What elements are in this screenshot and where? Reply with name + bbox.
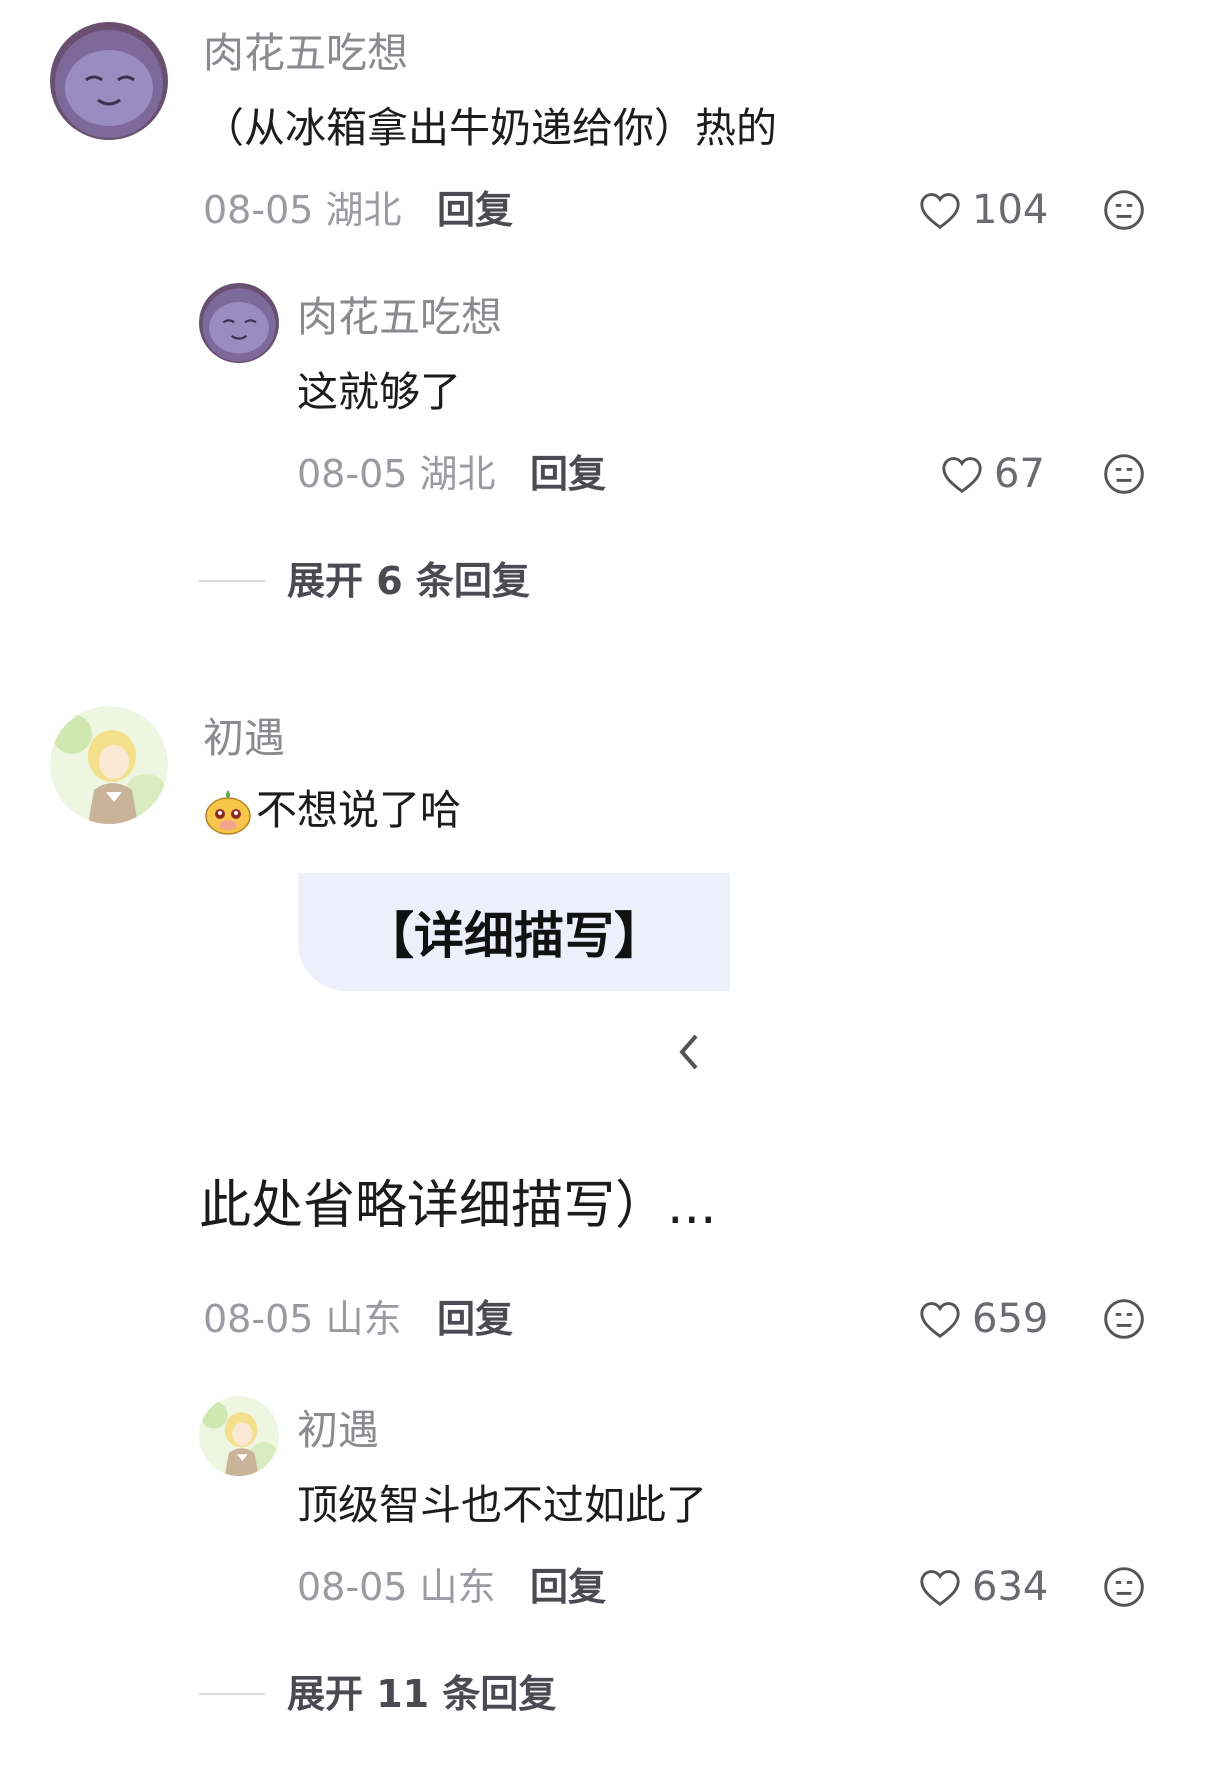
expand-replies-label: 展开 6 条回复 (287, 559, 530, 603)
dislike-button[interactable] (1102, 188, 1146, 236)
comment-text: 不想说了哈 (256, 786, 461, 834)
like-count: 67 (994, 451, 1045, 497)
heart-outline-icon (920, 1570, 960, 1607)
reply-username[interactable]: 肉花五吃想 (297, 297, 502, 338)
chevron-left-icon (676, 1032, 700, 1076)
reply-button[interactable]: 回复 (437, 1300, 513, 1338)
like-count: 104 (972, 187, 1049, 233)
reply-text: 这就够了 (297, 368, 461, 416)
comment-meta: 08-05 山东 (203, 1297, 402, 1341)
reply-button[interactable]: 回复 (530, 455, 606, 493)
reply-username[interactable]: 初遇 (297, 1410, 379, 1451)
meh-face-icon (1104, 190, 1144, 230)
divider (199, 1693, 265, 1695)
meh-face-icon (1104, 1299, 1144, 1339)
comment-username[interactable]: 肉花五吃想 (203, 33, 408, 74)
divider (199, 580, 265, 582)
comment-text: （从冰箱拿出牛奶递给你）热的 (203, 104, 777, 152)
like-button[interactable]: 67 (940, 454, 1045, 494)
like-button[interactable]: 659 (918, 1299, 1048, 1339)
meh-face-icon (1104, 1567, 1144, 1607)
like-count: 659 (972, 1296, 1049, 1342)
avatar[interactable] (50, 706, 168, 824)
reply-meta: 08-05 湖北 (297, 452, 496, 496)
dislike-button[interactable] (1102, 1565, 1146, 1613)
avatar[interactable] (50, 22, 168, 140)
expand-replies-button[interactable]: 展开 6 条回复 (199, 562, 530, 600)
reply-meta: 08-05 山东 (297, 1565, 496, 1609)
dislike-button[interactable] (1102, 1297, 1146, 1345)
like-button[interactable]: 634 (918, 1567, 1048, 1607)
bubble-text: 【详细描写】 (364, 907, 664, 965)
heart-outline-icon (920, 1302, 960, 1339)
comment-meta: 08-05 湖北 (203, 188, 402, 232)
meh-face-icon (1104, 454, 1144, 494)
heart-outline-icon (920, 193, 960, 230)
reply-button[interactable]: 回复 (437, 191, 513, 229)
heart-outline-icon (942, 457, 982, 494)
like-button[interactable]: 104 (918, 190, 1048, 230)
quoted-text-bubble: 【详细描写】 (298, 873, 730, 991)
expand-replies-button[interactable]: 展开 11 条回复 (199, 1675, 556, 1713)
expand-replies-label: 展开 11 条回复 (287, 1672, 557, 1716)
dislike-button[interactable] (1102, 452, 1146, 500)
like-count: 634 (972, 1564, 1049, 1610)
comment-username[interactable]: 初遇 (203, 718, 285, 759)
reply-button[interactable]: 回复 (530, 1568, 606, 1606)
cute-emoji-icon (203, 786, 253, 836)
reply-text: 顶级智斗也不过如此了 (297, 1481, 707, 1529)
avatar[interactable] (199, 1396, 279, 1476)
comment-continuation: 此处省略详细描写）... (199, 1176, 717, 1236)
avatar[interactable] (199, 283, 279, 363)
